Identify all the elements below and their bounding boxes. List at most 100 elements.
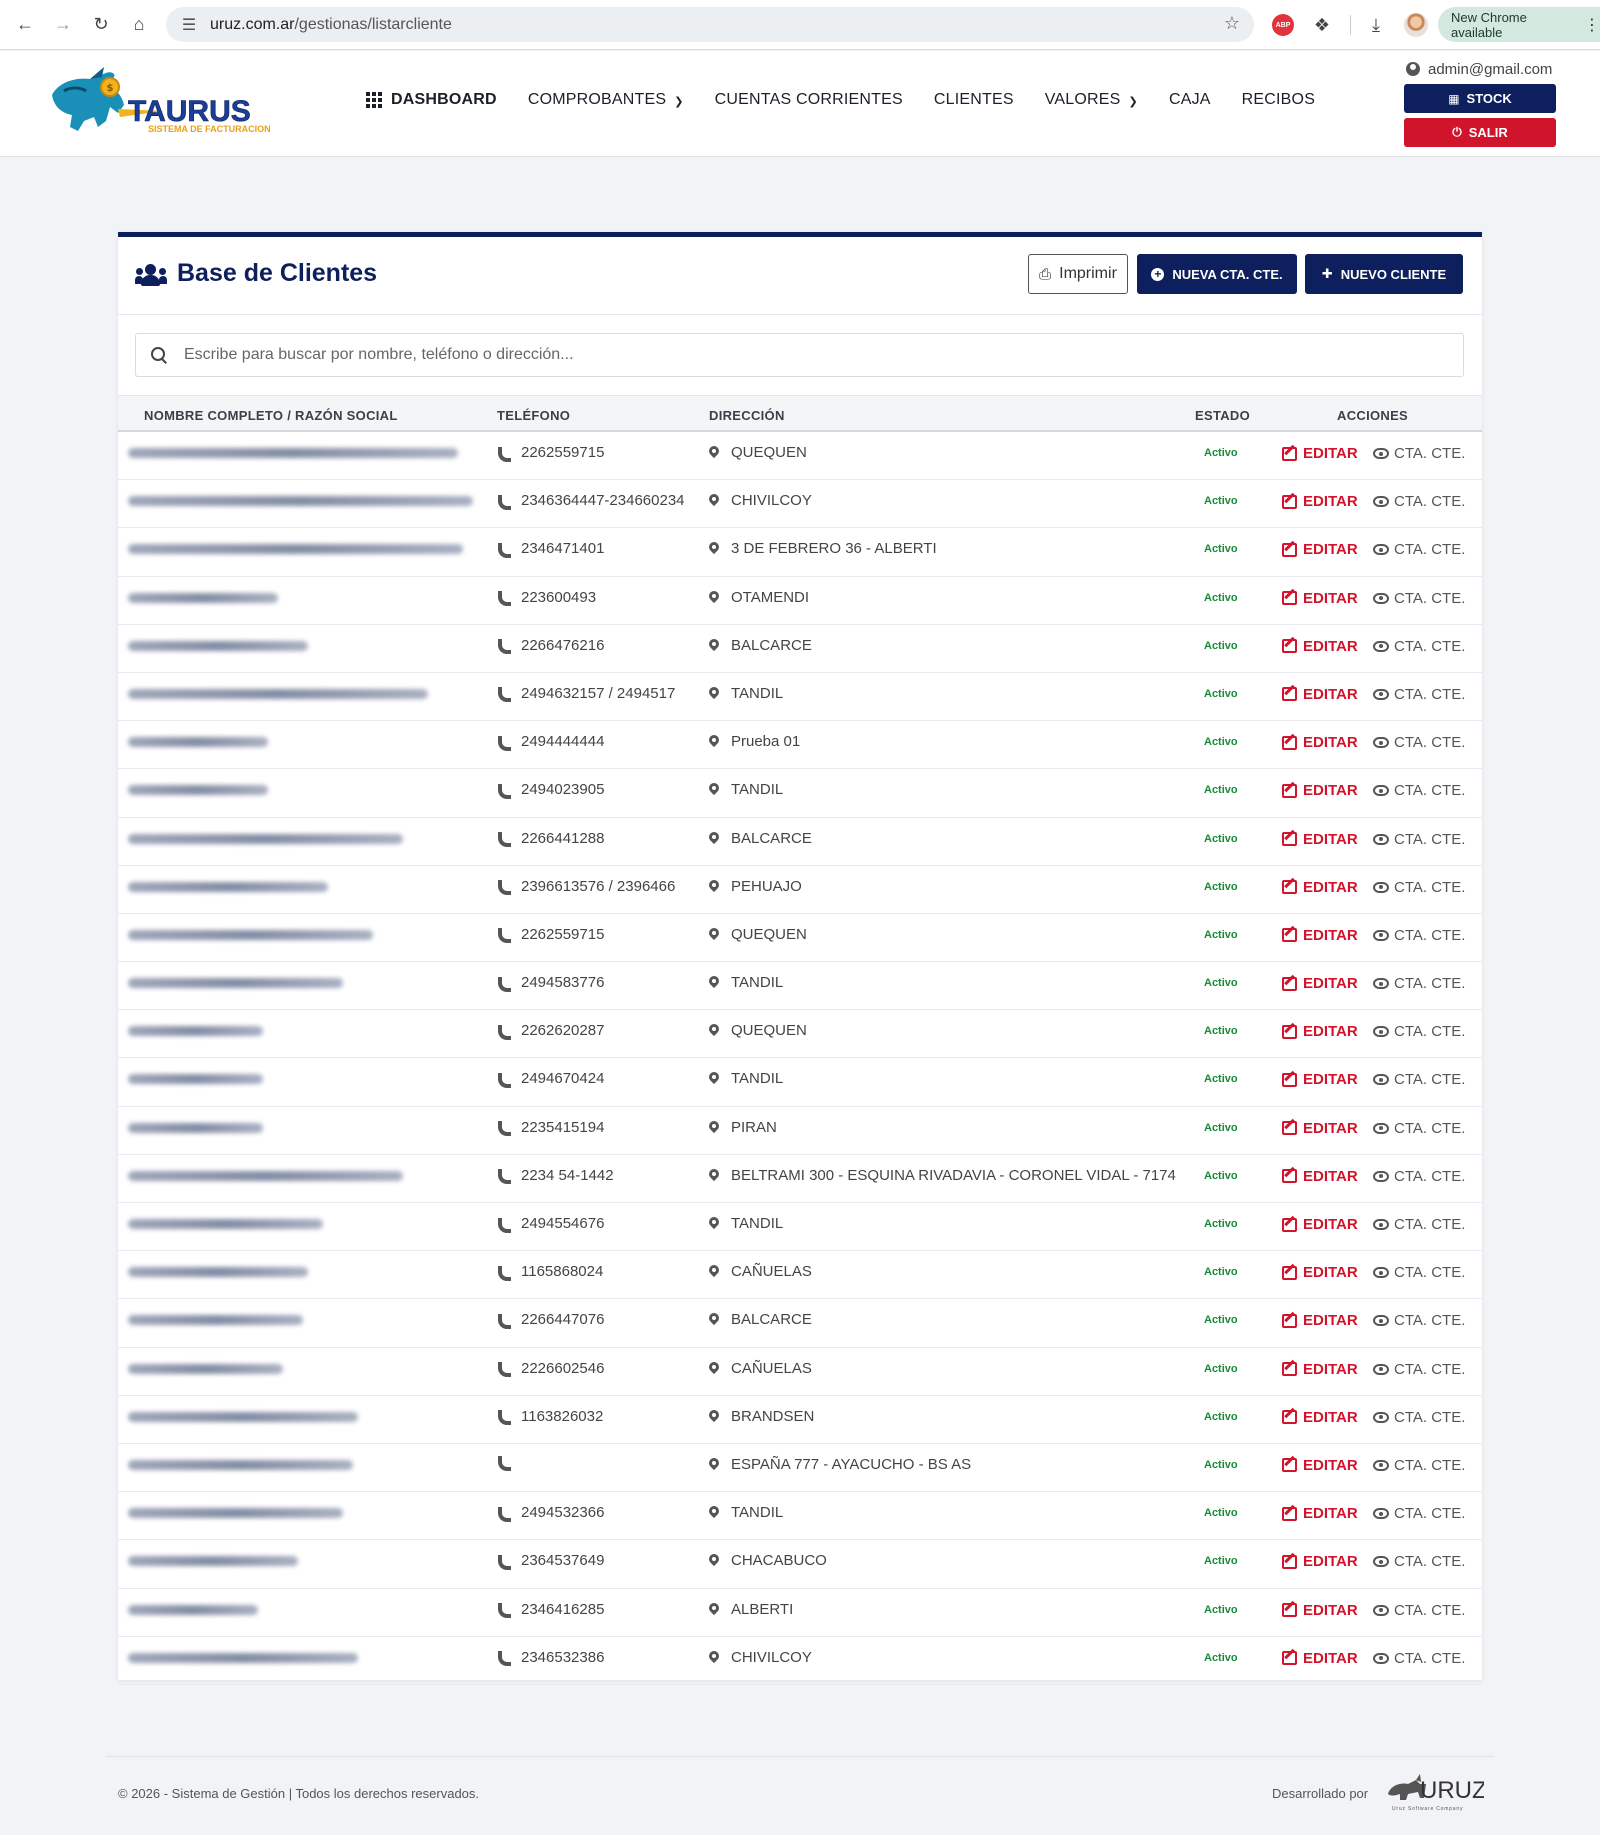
account-button[interactable]: CTA. CTE.	[1373, 1457, 1465, 1474]
search-input[interactable]	[184, 346, 1384, 364]
forward-arrow-icon[interactable]: →	[50, 12, 76, 38]
nav-caja-label: CAJA	[1168, 91, 1211, 108]
edit-button[interactable]: EDITAR	[1282, 1168, 1358, 1185]
account-button[interactable]: CTA. CTE.	[1373, 1023, 1465, 1040]
account-button[interactable]: CTA. CTE.	[1373, 493, 1465, 510]
col-name-header[interactable]: NOMBRE COMPLETO / RAZÓN SOCIAL	[144, 408, 398, 423]
edit-icon	[1282, 783, 1297, 798]
col-address-header[interactable]: DIRECCIÓN	[709, 408, 785, 423]
account-button[interactable]: CTA. CTE.	[1373, 734, 1465, 751]
phone-icon	[497, 1314, 509, 1326]
account-button[interactable]: CTA. CTE.	[1373, 927, 1465, 944]
edit-button[interactable]: EDITAR	[1282, 493, 1358, 510]
edit-button[interactable]: EDITAR	[1282, 1457, 1358, 1474]
edit-button[interactable]: EDITAR	[1282, 590, 1358, 607]
print-button[interactable]: ⎙ Imprimir	[1028, 254, 1128, 294]
edit-button[interactable]: EDITAR	[1282, 445, 1358, 462]
col-phone-header[interactable]: TELÉFONO	[497, 408, 570, 423]
account-button[interactable]: CTA. CTE.	[1373, 1312, 1465, 1329]
account-button[interactable]: CTA. CTE.	[1373, 686, 1465, 703]
account-button[interactable]: CTA. CTE.	[1373, 541, 1465, 558]
edit-button[interactable]: EDITAR	[1282, 1650, 1358, 1667]
account-button[interactable]: CTA. CTE.	[1373, 1071, 1465, 1088]
uruz-logo[interactable]: URUZ Uruz Software Company	[1386, 1768, 1487, 1812]
account-button[interactable]: CTA. CTE.	[1373, 445, 1465, 462]
profile-avatar[interactable]	[1404, 13, 1428, 37]
edit-button-label: EDITAR	[1303, 541, 1358, 559]
account-button[interactable]: CTA. CTE.	[1373, 1650, 1465, 1667]
edit-button[interactable]: EDITAR	[1282, 1602, 1358, 1619]
new-client-button-label: NUEVO CLIENTE	[1340, 266, 1447, 282]
edit-button[interactable]: EDITAR	[1282, 1120, 1358, 1137]
nav-clientes[interactable]: CLIENTES	[934, 91, 1014, 109]
col-status-header[interactable]: ESTADO	[1195, 408, 1250, 423]
account-button-label: CTA. CTE.	[1394, 493, 1466, 511]
account-button[interactable]: CTA. CTE.	[1373, 1361, 1465, 1378]
bookmark-star-icon[interactable]: ☆	[1224, 13, 1240, 34]
client-address: BELTRAMI 300 - ESQUINA RIVADAVIA - CORON…	[709, 1167, 1176, 1184]
edit-button[interactable]: EDITAR	[1282, 831, 1358, 848]
back-arrow-icon[interactable]: ←	[12, 12, 38, 38]
adblock-extension-icon[interactable]: ABP	[1272, 14, 1294, 36]
edit-button[interactable]: EDITAR	[1282, 879, 1358, 896]
address-bar[interactable]: ☰ uruz.com.ar/gestionas/listarcliente ☆	[166, 7, 1254, 42]
account-button[interactable]: CTA. CTE.	[1373, 1120, 1465, 1137]
nav-valores[interactable]: VALORES ❯	[1045, 91, 1138, 109]
account-button[interactable]: CTA. CTE.	[1373, 879, 1465, 896]
account-button[interactable]: CTA. CTE.	[1373, 1216, 1465, 1233]
account-button[interactable]: CTA. CTE.	[1373, 1553, 1465, 1570]
account-button[interactable]: CTA. CTE.	[1373, 1168, 1465, 1185]
account-button[interactable]: CTA. CTE.	[1373, 782, 1465, 799]
edit-button[interactable]: EDITAR	[1282, 1312, 1358, 1329]
edit-button[interactable]: EDITAR	[1282, 1505, 1358, 1522]
logout-button[interactable]: ⏻ SALIR	[1404, 118, 1556, 147]
edit-button[interactable]: EDITAR	[1282, 1216, 1358, 1233]
nav-recibos[interactable]: RECIBOS	[1242, 91, 1315, 109]
new-account-button[interactable]: + NUEVA CTA. CTE.	[1137, 254, 1297, 294]
nav-cuentas-corrientes[interactable]: CUENTAS CORRIENTES	[715, 91, 903, 109]
account-button[interactable]: CTA. CTE.	[1373, 1602, 1465, 1619]
map-pin-icon	[709, 1458, 719, 1471]
edit-button[interactable]: EDITAR	[1282, 1071, 1358, 1088]
client-address-text: QUEQUEN	[731, 1022, 807, 1040]
account-button[interactable]: CTA. CTE.	[1373, 1264, 1465, 1281]
status-badge: Activo	[1204, 639, 1238, 652]
account-button[interactable]: CTA. CTE.	[1373, 638, 1465, 655]
edit-button[interactable]: EDITAR	[1282, 927, 1358, 944]
account-button[interactable]: CTA. CTE.	[1373, 831, 1465, 848]
edit-button[interactable]: EDITAR	[1282, 638, 1358, 655]
edit-button[interactable]: EDITAR	[1282, 1264, 1358, 1281]
nav-caja[interactable]: CAJA	[1169, 91, 1211, 109]
edit-button[interactable]: EDITAR	[1282, 1553, 1358, 1570]
home-icon[interactable]: ⌂	[126, 12, 152, 38]
taurus-logo[interactable]: $ TAURUS SISTEMA DE FACTURACION	[44, 65, 284, 141]
chrome-update-button[interactable]: New Chrome available ⋮	[1438, 7, 1600, 42]
status-badge: Activo	[1204, 1073, 1238, 1086]
edit-button[interactable]: EDITAR	[1282, 1023, 1358, 1040]
edit-button[interactable]: EDITAR	[1282, 1361, 1358, 1378]
download-icon[interactable]: ⤓	[1364, 12, 1388, 38]
account-button[interactable]: CTA. CTE.	[1373, 975, 1465, 992]
client-address-text: OTAMENDI	[731, 588, 810, 606]
table-row: 1163826032 BRANDSEN Activo EDITAR CTA. CTE.	[118, 1396, 1482, 1444]
stock-button[interactable]: ▦ STOCK	[1404, 84, 1556, 113]
url-text[interactable]: uruz.com.ar/gestionas/listarcliente	[210, 16, 452, 34]
edit-button[interactable]: EDITAR	[1282, 1409, 1358, 1426]
edit-button[interactable]: EDITAR	[1282, 541, 1358, 558]
account-button[interactable]: CTA. CTE.	[1373, 590, 1465, 607]
extensions-puzzle-icon[interactable]: ❖	[1310, 12, 1334, 38]
nav-comprobantes[interactable]: COMPROBANTES ❯	[528, 91, 684, 109]
edit-button[interactable]: EDITAR	[1282, 686, 1358, 703]
account-button[interactable]: CTA. CTE.	[1373, 1505, 1465, 1522]
client-phone: 2346532386	[497, 1649, 604, 1666]
nav-dashboard[interactable]: DASHBOARD	[366, 91, 497, 109]
site-settings-icon[interactable]: ☰	[178, 14, 200, 36]
account-button[interactable]: CTA. CTE.	[1373, 1409, 1465, 1426]
edit-button[interactable]: EDITAR	[1282, 782, 1358, 799]
client-name-redacted	[128, 1556, 298, 1567]
new-client-button[interactable]: ✚ NUEVO CLIENTE	[1305, 254, 1463, 294]
reload-icon[interactable]: ↻	[88, 12, 114, 38]
kebab-menu-icon[interactable]: ⋮	[1584, 15, 1600, 35]
edit-button[interactable]: EDITAR	[1282, 734, 1358, 751]
edit-button[interactable]: EDITAR	[1282, 975, 1358, 992]
